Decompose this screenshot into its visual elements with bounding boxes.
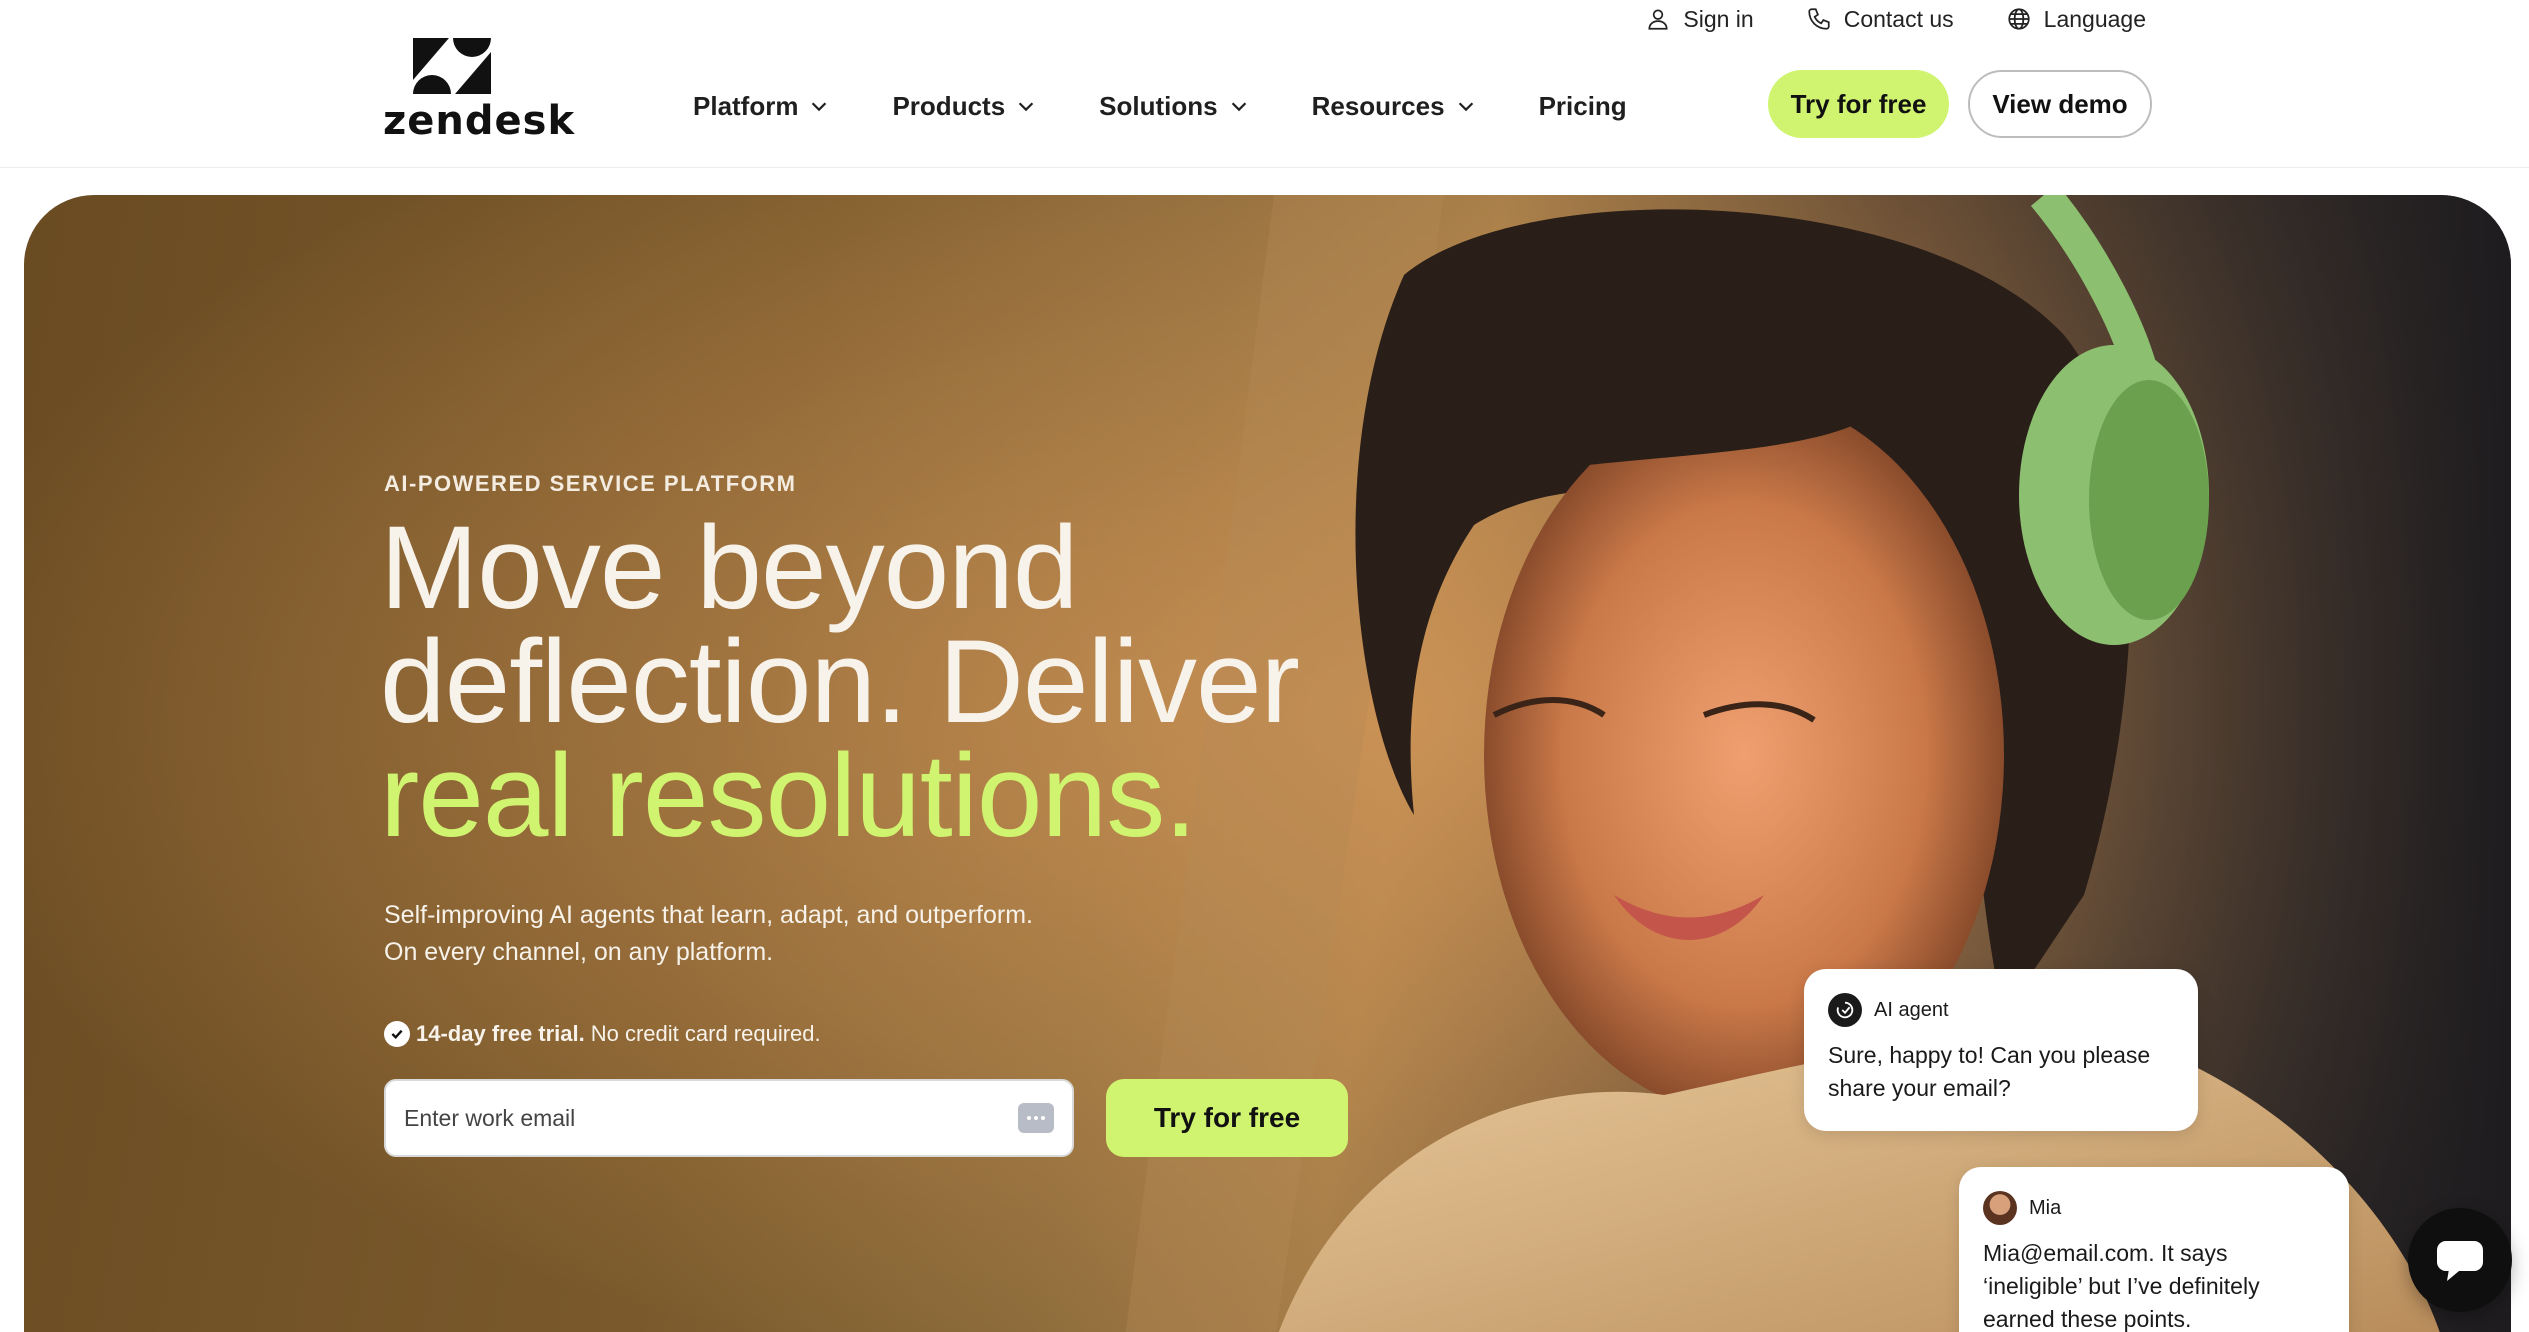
ai-agent-avatar-icon xyxy=(1828,993,1862,1027)
site-header: zendesk Sign in Contact us Language Plat… xyxy=(0,0,2529,168)
customer-name: Mia xyxy=(2029,1196,2062,1219)
nav-solutions-label: Solutions xyxy=(1099,90,1218,121)
contact-us-label: Contact us xyxy=(1843,5,1954,32)
utility-nav: Sign in Contact us Language xyxy=(1645,0,2146,38)
hero-section: AI-POWERED SERVICE PLATFORM Move beyond … xyxy=(24,195,2511,1332)
ai-agent-header: AI agent xyxy=(1828,993,2174,1027)
subtext-line-2: On every channel, on any platform. xyxy=(384,938,774,966)
customer-chat-bubble: Mia Mia@email.com. It says ‘ineligible’ … xyxy=(1959,1167,2349,1332)
hero-eyebrow: AI-POWERED SERVICE PLATFORM xyxy=(384,471,797,496)
ai-agent-chat-bubble: AI agent Sure, happy to! Can you please … xyxy=(1804,969,2198,1131)
chat-launcher-button[interactable] xyxy=(2408,1208,2512,1312)
chevron-down-icon xyxy=(1231,102,1246,112)
trial-note: 14-day free trial. No credit card requir… xyxy=(384,1021,821,1047)
customer-header: Mia xyxy=(1983,1191,2325,1225)
nav-item-platform[interactable]: Platform xyxy=(693,91,830,122)
nav-item-solutions[interactable]: Solutions xyxy=(1099,91,1249,122)
nav-pricing-label: Pricing xyxy=(1538,90,1627,121)
hero-try-free-button[interactable]: Try for free xyxy=(1106,1079,1348,1157)
globe-icon xyxy=(2008,8,2030,30)
trial-bold-text: 14-day free trial. xyxy=(416,1021,585,1046)
language-selector[interactable]: Language xyxy=(2006,6,2146,33)
nav-resources-label: Resources xyxy=(1311,90,1445,121)
nav-products-label: Products xyxy=(892,90,1006,121)
chevron-down-icon xyxy=(812,102,827,112)
zendesk-logo[interactable]: zendesk xyxy=(383,38,574,144)
headline-line-1: Move beyond xyxy=(380,502,1078,634)
zendesk-logo-mark-icon xyxy=(413,38,491,94)
hero-headline: Move beyond deflection. Deliver real res… xyxy=(380,509,1300,855)
nav-item-pricing[interactable]: Pricing xyxy=(1539,91,1627,122)
password-manager-icon[interactable] xyxy=(1018,1103,1054,1133)
customer-message: Mia@email.com. It says ‘ineligible’ but … xyxy=(1983,1240,2260,1332)
nav-item-resources[interactable]: Resources xyxy=(1312,91,1477,122)
chevron-down-icon xyxy=(1458,102,1473,112)
subtext-line-1: Self-improving AI agents that learn, ada… xyxy=(384,901,1033,929)
main-nav: Platform Products Solutions Resources Pr… xyxy=(693,86,1689,126)
header-try-free-button[interactable]: Try for free xyxy=(1768,70,1949,138)
view-demo-button[interactable]: View demo xyxy=(1968,70,2152,138)
email-field-wrapper xyxy=(384,1079,1074,1157)
contact-us-link[interactable]: Contact us xyxy=(1806,6,1954,33)
language-label: Language xyxy=(2043,5,2146,32)
headline-line-2: deflection. Deliver xyxy=(380,616,1300,748)
check-circle-icon xyxy=(384,1021,410,1047)
hero-subtext: Self-improving AI agents that learn, ada… xyxy=(384,897,1033,971)
chevron-down-icon xyxy=(1018,102,1034,112)
nav-item-products[interactable]: Products xyxy=(892,91,1037,122)
chat-icon xyxy=(2437,1241,2483,1281)
customer-avatar xyxy=(1983,1191,2017,1225)
nav-platform-label: Platform xyxy=(693,90,799,121)
zendesk-wordmark: zendesk xyxy=(383,98,576,144)
phone-icon xyxy=(1808,8,1830,30)
headline-accent: real resolutions. xyxy=(380,730,1197,862)
sign-in-label: Sign in xyxy=(1683,5,1754,32)
trial-rest-text: No credit card required. xyxy=(590,1021,821,1046)
work-email-input[interactable] xyxy=(404,1104,1018,1132)
ai-agent-message: Sure, happy to! Can you please share you… xyxy=(1828,1042,2151,1101)
ai-agent-name: AI agent xyxy=(1874,998,1949,1021)
sign-in-link[interactable]: Sign in xyxy=(1645,5,1754,33)
user-icon xyxy=(1648,9,1668,30)
